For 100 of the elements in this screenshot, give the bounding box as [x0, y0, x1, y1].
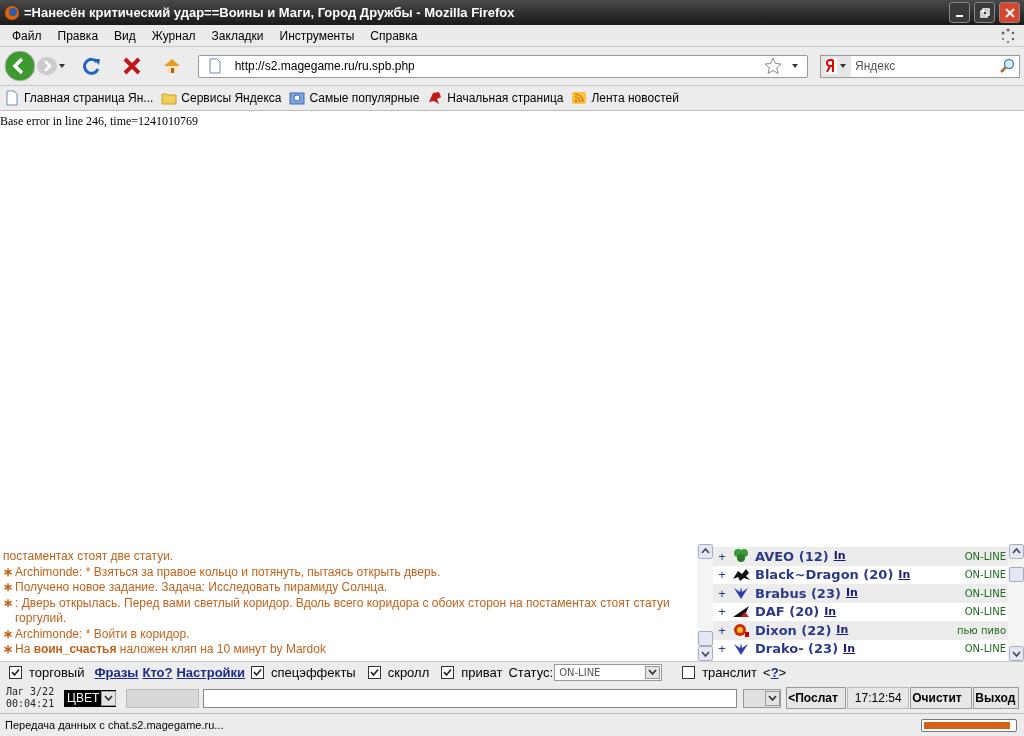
expand-toggle[interactable]: + — [713, 620, 731, 640]
lag-time: 00:04:21 — [6, 698, 56, 710]
scroll-down-icon[interactable] — [1008, 646, 1024, 661]
chat-message: Archimonde: * Взяться за правое кольцо и потянуть, пытаясь открыть дверь. — [15, 564, 441, 580]
user-status: ON-LINE — [964, 586, 1006, 601]
send-button[interactable]: <Послат — [786, 687, 847, 709]
close-button[interactable] — [999, 2, 1020, 23]
scroll-thumb[interactable] — [697, 631, 713, 646]
chat-message: На воин_счастья наложен кляп на 10 минут by Mardok — [15, 642, 326, 658]
menu-item[interactable]: Закладки — [203, 26, 272, 45]
exit-button[interactable]: Выход — [973, 687, 1020, 709]
yandex-logo-icon — [825, 58, 837, 74]
scrollbar[interactable] — [697, 544, 713, 661]
dropdown-icon[interactable] — [57, 62, 66, 70]
back-icon[interactable] — [4, 50, 36, 82]
checkbox[interactable] — [367, 666, 381, 679]
option-link[interactable]: Фразы — [94, 662, 139, 683]
dropdown-icon[interactable] — [839, 62, 847, 70]
page-icon — [4, 90, 20, 106]
recipient-field[interactable] — [126, 688, 200, 708]
user-name[interactable]: AVEO (12) — [755, 546, 829, 566]
checkbox[interactable] — [682, 666, 696, 679]
bullet-mark: ∗ — [3, 580, 13, 596]
dropdown-icon[interactable] — [765, 690, 781, 706]
bookmark-link[interactable]: Самые популярные — [309, 89, 420, 107]
chat-message: : Дверь открылась. Перед вами светлый коридор. Вдоль всего коридора с обоих сторон на постаментах стоят статуи горгулий. — [15, 595, 671, 627]
dropdown-icon[interactable] — [101, 690, 117, 706]
user-name[interactable]: Dixon (22) — [755, 620, 832, 640]
checkbox[interactable] — [9, 666, 22, 679]
clan-emblem-icon — [731, 603, 751, 620]
bookmark-link[interactable]: Лента новостей — [591, 89, 679, 107]
user-name[interactable]: Drako- (23) — [755, 639, 839, 659]
stop-icon[interactable] — [121, 56, 142, 76]
checkbox-label: спецэффекты — [271, 663, 356, 682]
expand-toggle[interactable]: + — [713, 546, 731, 566]
info-link[interactable]: In — [843, 640, 856, 657]
menu-item[interactable]: Правка — [49, 26, 107, 45]
close-icon — [1003, 6, 1016, 19]
status-label: Статус: — [508, 663, 554, 682]
scroll-down-icon[interactable] — [697, 646, 713, 661]
message-field[interactable] — [203, 688, 738, 708]
bookmark-link[interactable]: Сервисы Яндекса — [181, 89, 282, 107]
scroll-thumb[interactable] — [1008, 567, 1024, 582]
menu-item[interactable]: Файл — [4, 26, 50, 45]
reload-icon[interactable] — [81, 56, 102, 76]
firefox-icon — [4, 4, 20, 21]
user-status: ON-LINE — [964, 549, 1006, 564]
search-field[interactable]: Яндекс — [851, 57, 999, 75]
user-status: ON-LINE — [964, 605, 1006, 620]
check-icon — [253, 668, 263, 677]
error-text: Base error in line 246, time=1241010769 — [0, 113, 199, 130]
menu-item[interactable]: Журнал — [143, 26, 204, 45]
info-link[interactable]: In — [833, 548, 846, 565]
status-text: Передача данных с chat.s2.magegame.ru... — [5, 717, 225, 733]
help-text: <?> — [763, 663, 787, 682]
user-name[interactable]: DAF (20) — [755, 602, 820, 622]
dropdown-icon[interactable] — [791, 62, 799, 70]
restore-button[interactable] — [974, 2, 995, 23]
info-link[interactable]: In — [898, 566, 911, 583]
restore-icon — [978, 6, 991, 19]
clear-button[interactable]: Очистит — [910, 687, 973, 709]
bookmark-link[interactable]: Начальная страница — [447, 89, 564, 107]
checkbox-label: приват — [461, 663, 503, 682]
user-name[interactable]: Brabus (23) — [755, 583, 841, 603]
status-select[interactable]: ON-LINE — [554, 664, 663, 681]
checkbox[interactable] — [441, 666, 455, 679]
bullet-mark: ∗ — [3, 626, 13, 642]
user-name[interactable]: Black~Dragon (20) — [755, 565, 894, 585]
search-icon[interactable] — [999, 58, 1015, 74]
bookmark-link[interactable]: Главная страница Ян... — [24, 89, 154, 107]
menu-item[interactable]: Инструменты — [271, 26, 363, 45]
menu-item[interactable]: Вид — [106, 26, 144, 45]
info-link[interactable]: In — [845, 585, 858, 602]
search-bar[interactable]: Яндекс — [820, 54, 1020, 78]
user-status: пью пиво — [956, 623, 1006, 638]
search-engine-button[interactable] — [821, 55, 851, 77]
option-link[interactable]: Настройки — [176, 662, 246, 683]
expand-toggle[interactable]: + — [713, 639, 731, 659]
menu-item[interactable]: Справка — [362, 26, 426, 45]
expand-toggle[interactable]: + — [713, 583, 731, 603]
dragon-icon — [427, 90, 444, 106]
page-icon — [206, 58, 223, 74]
color-select[interactable]: ЦВЕТ — [64, 689, 117, 707]
help-link[interactable]: ? — [770, 664, 779, 680]
scrollbar[interactable] — [1008, 544, 1024, 661]
address-field[interactable]: http://s2.magegame.ru/ru.spb.php — [197, 54, 808, 78]
user-status: ON-LINE — [964, 568, 1006, 583]
checkbox[interactable] — [251, 666, 265, 679]
expand-toggle[interactable]: + — [713, 565, 731, 585]
info-link[interactable]: In — [836, 622, 849, 639]
scroll-up-icon[interactable] — [697, 544, 713, 559]
expand-toggle[interactable]: + — [713, 602, 731, 622]
option-link[interactable]: Кто? — [142, 662, 173, 683]
scroll-up-icon[interactable] — [1008, 544, 1024, 559]
minimize-button[interactable] — [949, 2, 970, 23]
star-icon[interactable] — [763, 56, 783, 76]
bullet-mark: ∗ — [3, 642, 13, 658]
info-link[interactable]: In — [824, 603, 837, 620]
dropdown-icon[interactable] — [645, 666, 661, 679]
folder-icon — [161, 90, 178, 106]
